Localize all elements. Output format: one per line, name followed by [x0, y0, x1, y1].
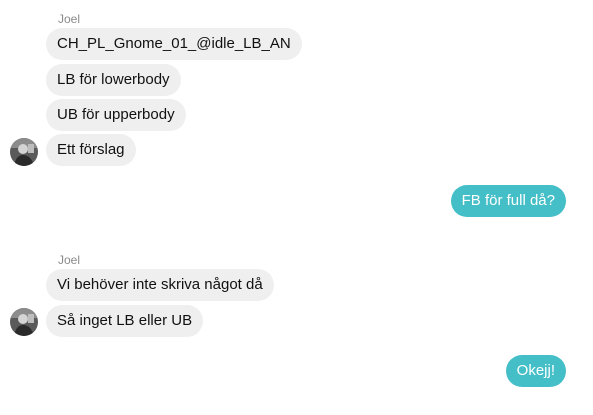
incoming-message[interactable]: LB för lowerbody [46, 64, 181, 96]
outgoing-message[interactable]: FB för full då? [450, 185, 566, 217]
incoming-message[interactable]: Så inget LB eller UB [46, 305, 204, 337]
incoming-message[interactable]: CH_PL_Gnome_01_@idle_LB_AN [46, 28, 302, 60]
user-avatar-icon [10, 308, 38, 336]
avatar[interactable] [10, 138, 38, 166]
sender-name: Joel [58, 253, 81, 267]
incoming-message[interactable]: Vi behöver inte skriva något då [46, 269, 274, 301]
incoming-message[interactable]: UB för upperbody [46, 99, 186, 131]
sender-name: Joel [58, 12, 81, 26]
outgoing-message[interactable]: Okejj! [505, 355, 566, 387]
incoming-message[interactable]: Ett förslag [46, 134, 136, 166]
avatar[interactable] [10, 308, 38, 336]
user-avatar-icon [10, 138, 38, 166]
